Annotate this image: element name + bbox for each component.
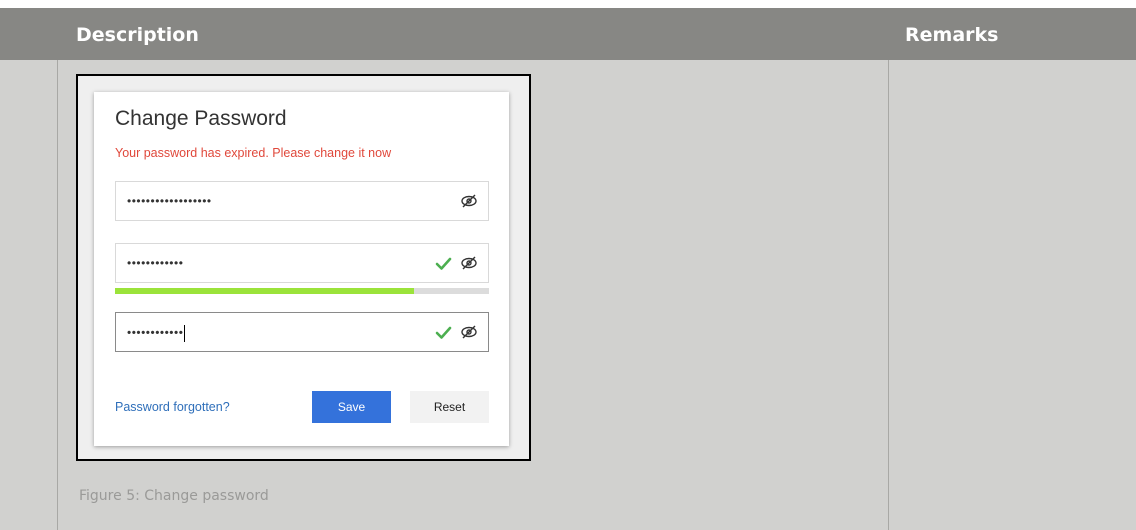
reset-button[interactable]: Reset [410,391,489,423]
row-left-cell [0,60,58,530]
current-password-field[interactable]: •••••••••••••••••• [115,181,489,221]
description-column-header: Description [76,24,199,46]
text-caret [184,325,186,342]
change-password-dialog: Change Password Your password has expire… [94,92,509,446]
eye-slash-icon[interactable] [460,323,478,341]
current-password-value: •••••••••••••••••• [127,194,212,208]
table-header-row: Description Remarks [0,8,1136,60]
eye-slash-icon[interactable] [460,192,478,210]
password-strength-fill [115,288,415,294]
remarks-column-header: Remarks [905,24,999,46]
header-left-cell [0,8,58,60]
confirm-password-value: •••••••••••• [127,325,186,342]
password-forgotten-link[interactable]: Password forgotten? [115,400,230,414]
figure-screenshot: Change Password Your password has expire… [76,74,531,461]
table-body-row: Change Password Your password has expire… [0,60,1136,530]
new-password-value: •••••••••••• [127,256,184,270]
confirm-password-field[interactable]: •••••••••••• [115,312,489,352]
eye-slash-icon[interactable] [460,254,478,272]
check-icon [435,326,452,339]
check-icon [435,257,452,270]
new-password-field[interactable]: •••••••••••• [115,243,489,283]
expired-message: Your password has expired. Please change… [115,146,392,160]
save-button[interactable]: Save [312,391,391,423]
dialog-title: Change Password [115,107,287,130]
column-divider [888,60,889,530]
figure-caption: Figure 5: Change password [79,488,269,504]
password-strength-meter [115,288,489,294]
